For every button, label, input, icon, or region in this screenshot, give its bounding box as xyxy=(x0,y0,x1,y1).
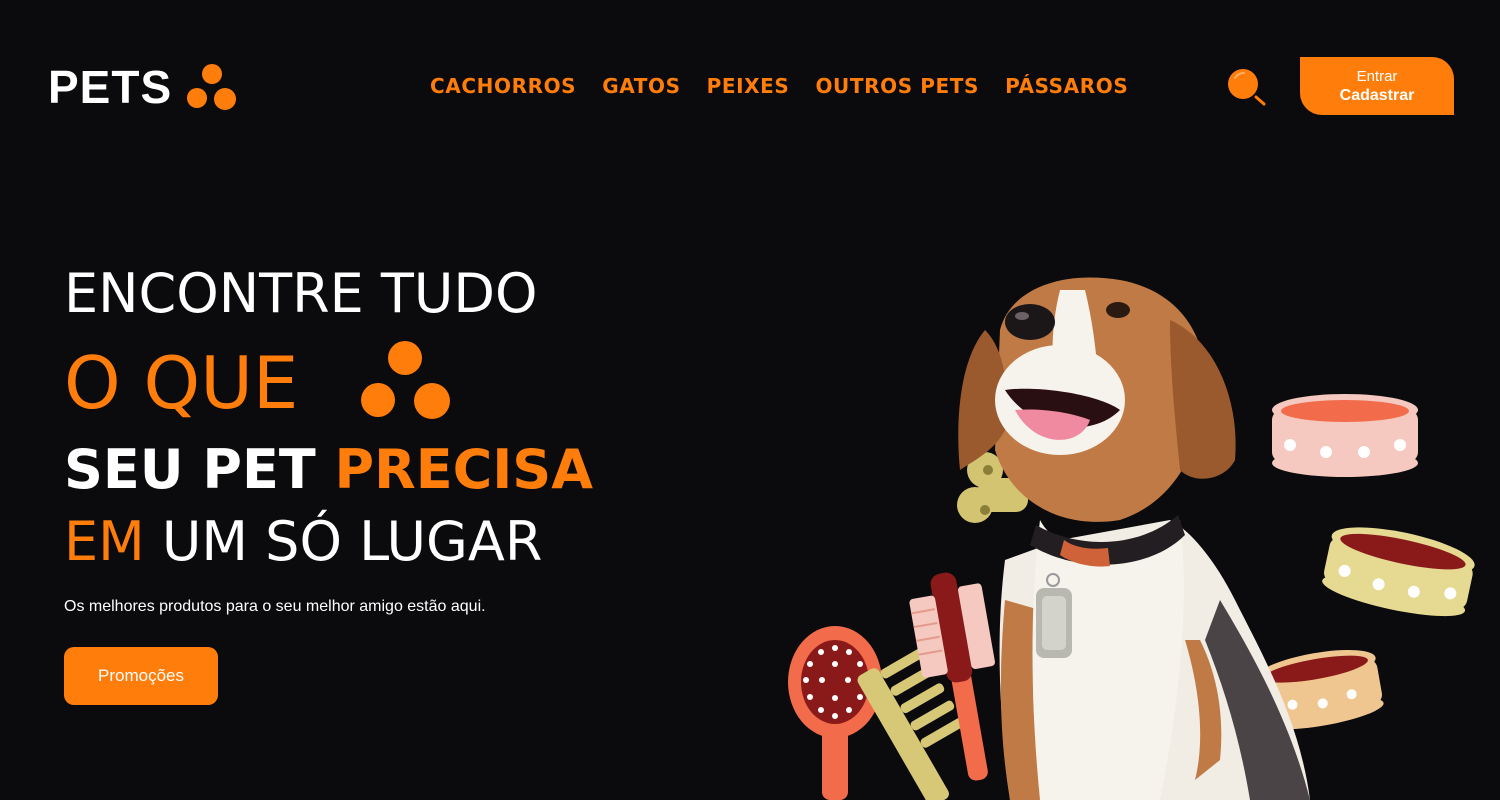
round-brush-icon xyxy=(788,626,882,800)
hero-title-line-2: O QUE xyxy=(64,341,299,425)
main-nav: CACHORROS GATOS PEIXES OUTROS PETS PÁSSA… xyxy=(430,73,1128,99)
nav-item-passaros[interactable]: PÁSSAROS xyxy=(1005,73,1128,99)
beagle-dog xyxy=(958,277,1310,800)
paw-dots-icon xyxy=(187,64,237,110)
nav-item-cachorros[interactable]: CACHORROS xyxy=(430,73,576,99)
promotions-button[interactable]: Promoções xyxy=(64,647,218,705)
hero-title-line-3-white: SEU PET xyxy=(64,438,335,501)
hero-title-line-4-white: UM SÓ LUGAR xyxy=(144,510,543,573)
collar-icon-2 xyxy=(1322,527,1475,617)
hero-title-line-4: EM UM SÓ LUGAR xyxy=(64,510,542,574)
landing-page: PETS CACHORROS GATOS PEIXES OUTROS PETS … xyxy=(0,0,1500,800)
nav-item-outros-pets[interactable]: OUTROS PETS xyxy=(815,73,979,99)
register-label: Cadastrar xyxy=(1339,86,1415,104)
hero-title-line-1: ENCONTRE TUDO xyxy=(64,262,538,325)
nav-item-gatos[interactable]: GATOS xyxy=(602,73,680,99)
search-icon[interactable] xyxy=(1226,68,1268,108)
nav-item-peixes[interactable]: PEIXES xyxy=(707,73,790,99)
hero-title-line-3-accent: PRECISA xyxy=(334,438,593,501)
logo-text: PETS xyxy=(48,61,173,113)
hero-subtitle: Os melhores produtos para o seu melhor a… xyxy=(64,598,486,615)
hero-title-line-3: SEU PET PRECISA xyxy=(64,438,593,502)
paw-dots-icon xyxy=(361,341,450,419)
hero-image xyxy=(788,277,1475,800)
hero-title-line-4-accent: EM xyxy=(64,510,145,573)
collar-icon-1 xyxy=(1272,394,1418,477)
login-register-button[interactable]: Entrar Cadastrar xyxy=(1300,57,1454,115)
login-label: Entrar xyxy=(1356,67,1398,85)
logo[interactable]: PETS xyxy=(48,62,238,112)
